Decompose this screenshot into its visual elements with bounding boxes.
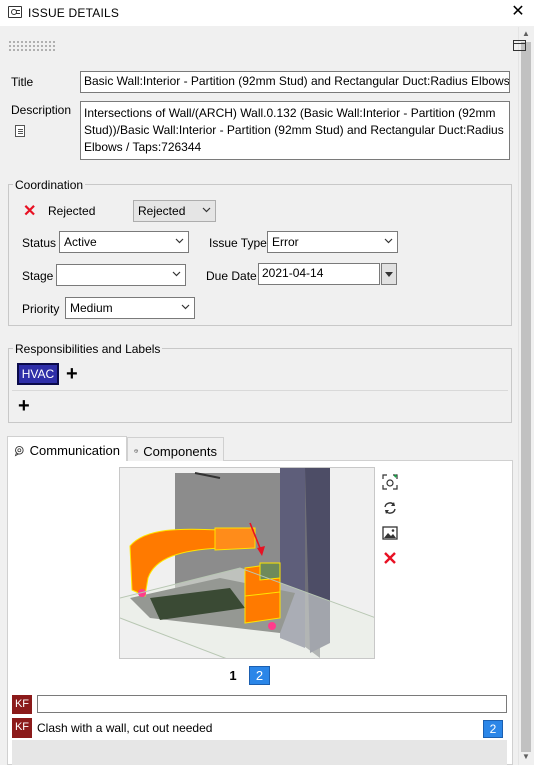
clash-3d-render [120,468,374,658]
comment-text: Clash with a wall, cut out needed [37,721,213,735]
capture-viewpoint-icon[interactable] [382,474,398,490]
viewpoint-page-2[interactable]: 2 [249,666,270,685]
chat-icon [14,445,24,456]
responsibilities-title: Responsibilities and Labels [13,342,163,356]
resolution-select-value: Rejected [138,204,186,218]
due-date-field[interactable]: 2021-04-14 [258,263,380,285]
title-field[interactable]: Basic Wall:Interior - Partition (92mm St… [80,71,510,93]
comments-footer [12,740,507,765]
priority-select-value: Medium [70,301,113,315]
title-label: Title [11,75,34,89]
scroll-up-icon[interactable]: ▲ [522,30,530,38]
stage-select[interactable] [56,264,186,286]
priority-select[interactable]: Medium [65,297,195,319]
resolution-select[interactable]: Rejected [133,200,216,222]
issue-type-select[interactable]: Error [267,231,398,253]
chevron-down-icon [181,302,190,310]
comment-input[interactable] [37,695,507,713]
add-tag-button[interactable]: + [66,364,78,384]
due-date-label: Due Date [206,269,257,283]
issue-type-select-value: Error [272,235,299,249]
viewpoint-page-1[interactable]: 1 [227,668,239,683]
tab-communication[interactable]: Communication [7,436,127,461]
dock-panel-icon[interactable] [513,40,526,51]
rejected-status-icon: ✕ [23,203,37,220]
status-label: Status [22,236,57,250]
status-select-value: Active [64,235,97,249]
comment-viewpoint-link[interactable]: 2 [483,720,503,738]
tab-components[interactable]: Components [127,437,224,461]
comment-item: KF Clash with a wall, cut out needed 2 [12,718,507,740]
scroll-down-icon[interactable]: ▼ [522,753,530,761]
avatar: KF [12,695,32,714]
chevron-down-icon [202,205,211,213]
tab-components-label: Components [143,443,217,459]
document-icon[interactable] [15,125,25,137]
close-icon[interactable]: ✕ [508,2,528,22]
issue-type-label: Issue Type [209,236,267,250]
window-title: ISSUE DETAILS [28,6,120,20]
description-field[interactable]: Intersections of Wall/(ARCH) Wall.0.132 … [80,101,510,160]
chevron-down-icon [384,236,393,244]
chevron-down-icon [175,236,184,244]
avatar: KF [12,718,32,738]
viewpoint-image[interactable] [119,467,375,659]
issue-card-icon [8,6,22,18]
divider [12,390,508,391]
rejected-label: Rejected [48,204,96,218]
description-label: Description [11,103,72,117]
chevron-down-icon [172,269,181,277]
scroll-thumb[interactable] [521,42,531,752]
priority-label: Priority [22,302,60,316]
coordination-title: Coordination [13,178,86,192]
status-select[interactable]: Active [59,231,189,253]
add-responsibility-button[interactable]: + [18,396,30,416]
tab-communication-label: Communication [29,443,120,458]
delete-viewpoint-icon[interactable] [382,550,398,566]
tag-hvac[interactable]: HVAC [17,363,59,385]
cube-icon [134,449,138,453]
responsibilities-group [8,348,512,423]
drag-grip-icon[interactable] [8,40,56,52]
image-icon[interactable] [382,525,398,541]
date-picker-button[interactable] [381,263,397,285]
refresh-icon[interactable] [382,500,398,516]
title-bar: ISSUE DETAILS ✕ [0,0,534,26]
stage-label: Stage [22,269,54,283]
